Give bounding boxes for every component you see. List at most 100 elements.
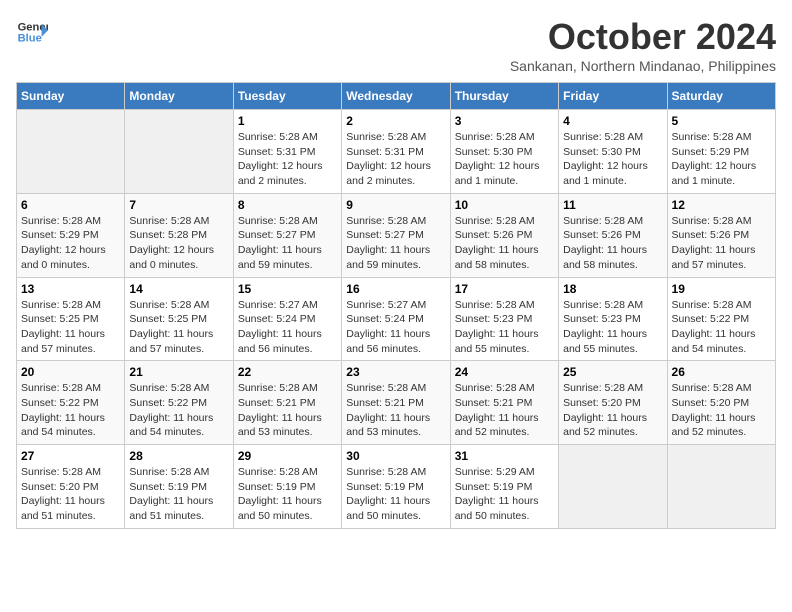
day-detail: Sunrise: 5:28 AMSunset: 5:23 PMDaylight:… (455, 298, 554, 357)
day-number: 12 (672, 198, 771, 212)
day-detail: Sunrise: 5:28 AMSunset: 5:21 PMDaylight:… (238, 381, 337, 440)
weekday-header: Wednesday (342, 83, 450, 110)
logo: General Blue (16, 16, 48, 48)
calendar-cell: 9 Sunrise: 5:28 AMSunset: 5:27 PMDayligh… (342, 193, 450, 277)
day-number: 20 (21, 365, 120, 379)
day-number: 9 (346, 198, 445, 212)
logo-icon: General Blue (16, 16, 48, 48)
day-detail: Sunrise: 5:28 AMSunset: 5:20 PMDaylight:… (21, 465, 120, 524)
day-number: 27 (21, 449, 120, 463)
day-detail: Sunrise: 5:27 AMSunset: 5:24 PMDaylight:… (346, 298, 445, 357)
calendar-cell: 18 Sunrise: 5:28 AMSunset: 5:23 PMDaylig… (559, 277, 667, 361)
day-detail: Sunrise: 5:29 AMSunset: 5:19 PMDaylight:… (455, 465, 554, 524)
calendar-cell: 25 Sunrise: 5:28 AMSunset: 5:20 PMDaylig… (559, 361, 667, 445)
calendar-week-row: 20 Sunrise: 5:28 AMSunset: 5:22 PMDaylig… (17, 361, 776, 445)
calendar-week-row: 1 Sunrise: 5:28 AMSunset: 5:31 PMDayligh… (17, 110, 776, 194)
day-number: 29 (238, 449, 337, 463)
month-title: October 2024 (510, 16, 776, 58)
calendar-cell: 23 Sunrise: 5:28 AMSunset: 5:21 PMDaylig… (342, 361, 450, 445)
day-number: 23 (346, 365, 445, 379)
day-number: 17 (455, 282, 554, 296)
calendar-cell: 8 Sunrise: 5:28 AMSunset: 5:27 PMDayligh… (233, 193, 341, 277)
calendar-cell: 14 Sunrise: 5:28 AMSunset: 5:25 PMDaylig… (125, 277, 233, 361)
day-detail: Sunrise: 5:28 AMSunset: 5:20 PMDaylight:… (563, 381, 662, 440)
calendar-cell: 29 Sunrise: 5:28 AMSunset: 5:19 PMDaylig… (233, 445, 341, 529)
day-number: 6 (21, 198, 120, 212)
day-number: 8 (238, 198, 337, 212)
day-detail: Sunrise: 5:28 AMSunset: 5:19 PMDaylight:… (129, 465, 228, 524)
weekday-header: Tuesday (233, 83, 341, 110)
calendar-cell: 5 Sunrise: 5:28 AMSunset: 5:29 PMDayligh… (667, 110, 775, 194)
weekday-header: Monday (125, 83, 233, 110)
calendar-body: 1 Sunrise: 5:28 AMSunset: 5:31 PMDayligh… (17, 110, 776, 529)
calendar-cell: 21 Sunrise: 5:28 AMSunset: 5:22 PMDaylig… (125, 361, 233, 445)
calendar-cell (667, 445, 775, 529)
calendar-cell (17, 110, 125, 194)
calendar-cell: 31 Sunrise: 5:29 AMSunset: 5:19 PMDaylig… (450, 445, 558, 529)
day-number: 24 (455, 365, 554, 379)
day-detail: Sunrise: 5:28 AMSunset: 5:31 PMDaylight:… (238, 130, 337, 189)
day-detail: Sunrise: 5:28 AMSunset: 5:20 PMDaylight:… (672, 381, 771, 440)
calendar-cell: 16 Sunrise: 5:27 AMSunset: 5:24 PMDaylig… (342, 277, 450, 361)
day-detail: Sunrise: 5:28 AMSunset: 5:21 PMDaylight:… (455, 381, 554, 440)
weekday-header: Thursday (450, 83, 558, 110)
calendar-cell: 24 Sunrise: 5:28 AMSunset: 5:21 PMDaylig… (450, 361, 558, 445)
day-detail: Sunrise: 5:28 AMSunset: 5:21 PMDaylight:… (346, 381, 445, 440)
day-detail: Sunrise: 5:28 AMSunset: 5:26 PMDaylight:… (563, 214, 662, 273)
calendar-cell: 1 Sunrise: 5:28 AMSunset: 5:31 PMDayligh… (233, 110, 341, 194)
calendar-cell: 20 Sunrise: 5:28 AMSunset: 5:22 PMDaylig… (17, 361, 125, 445)
day-detail: Sunrise: 5:27 AMSunset: 5:24 PMDaylight:… (238, 298, 337, 357)
calendar-cell: 4 Sunrise: 5:28 AMSunset: 5:30 PMDayligh… (559, 110, 667, 194)
day-detail: Sunrise: 5:28 AMSunset: 5:29 PMDaylight:… (672, 130, 771, 189)
calendar-cell: 7 Sunrise: 5:28 AMSunset: 5:28 PMDayligh… (125, 193, 233, 277)
day-detail: Sunrise: 5:28 AMSunset: 5:22 PMDaylight:… (21, 381, 120, 440)
day-number: 19 (672, 282, 771, 296)
calendar-cell: 3 Sunrise: 5:28 AMSunset: 5:30 PMDayligh… (450, 110, 558, 194)
day-number: 14 (129, 282, 228, 296)
day-detail: Sunrise: 5:28 AMSunset: 5:26 PMDaylight:… (455, 214, 554, 273)
calendar-table: SundayMondayTuesdayWednesdayThursdayFrid… (16, 82, 776, 529)
calendar-cell (125, 110, 233, 194)
day-number: 1 (238, 114, 337, 128)
day-number: 4 (563, 114, 662, 128)
day-number: 18 (563, 282, 662, 296)
day-number: 26 (672, 365, 771, 379)
day-detail: Sunrise: 5:28 AMSunset: 5:23 PMDaylight:… (563, 298, 662, 357)
day-detail: Sunrise: 5:28 AMSunset: 5:30 PMDaylight:… (563, 130, 662, 189)
day-number: 13 (21, 282, 120, 296)
calendar-week-row: 6 Sunrise: 5:28 AMSunset: 5:29 PMDayligh… (17, 193, 776, 277)
day-detail: Sunrise: 5:28 AMSunset: 5:26 PMDaylight:… (672, 214, 771, 273)
day-detail: Sunrise: 5:28 AMSunset: 5:19 PMDaylight:… (238, 465, 337, 524)
day-detail: Sunrise: 5:28 AMSunset: 5:19 PMDaylight:… (346, 465, 445, 524)
day-number: 22 (238, 365, 337, 379)
day-number: 7 (129, 198, 228, 212)
day-number: 28 (129, 449, 228, 463)
calendar-header-row: SundayMondayTuesdayWednesdayThursdayFrid… (17, 83, 776, 110)
weekday-header: Friday (559, 83, 667, 110)
day-number: 10 (455, 198, 554, 212)
calendar-cell (559, 445, 667, 529)
day-detail: Sunrise: 5:28 AMSunset: 5:30 PMDaylight:… (455, 130, 554, 189)
day-detail: Sunrise: 5:28 AMSunset: 5:28 PMDaylight:… (129, 214, 228, 273)
day-detail: Sunrise: 5:28 AMSunset: 5:29 PMDaylight:… (21, 214, 120, 273)
day-number: 15 (238, 282, 337, 296)
page-header: General Blue October 2024 Sankanan, Nort… (16, 16, 776, 74)
day-number: 30 (346, 449, 445, 463)
calendar-cell: 15 Sunrise: 5:27 AMSunset: 5:24 PMDaylig… (233, 277, 341, 361)
day-detail: Sunrise: 5:28 AMSunset: 5:27 PMDaylight:… (238, 214, 337, 273)
day-number: 25 (563, 365, 662, 379)
calendar-cell: 13 Sunrise: 5:28 AMSunset: 5:25 PMDaylig… (17, 277, 125, 361)
calendar-cell: 10 Sunrise: 5:28 AMSunset: 5:26 PMDaylig… (450, 193, 558, 277)
calendar-week-row: 13 Sunrise: 5:28 AMSunset: 5:25 PMDaylig… (17, 277, 776, 361)
day-number: 16 (346, 282, 445, 296)
day-detail: Sunrise: 5:28 AMSunset: 5:25 PMDaylight:… (129, 298, 228, 357)
weekday-header: Saturday (667, 83, 775, 110)
calendar-cell: 27 Sunrise: 5:28 AMSunset: 5:20 PMDaylig… (17, 445, 125, 529)
day-detail: Sunrise: 5:28 AMSunset: 5:25 PMDaylight:… (21, 298, 120, 357)
day-number: 11 (563, 198, 662, 212)
calendar-cell: 22 Sunrise: 5:28 AMSunset: 5:21 PMDaylig… (233, 361, 341, 445)
calendar-cell: 6 Sunrise: 5:28 AMSunset: 5:29 PMDayligh… (17, 193, 125, 277)
svg-text:Blue: Blue (18, 33, 42, 45)
location-subtitle: Sankanan, Northern Mindanao, Philippines (510, 58, 776, 74)
title-block: October 2024 Sankanan, Northern Mindanao… (510, 16, 776, 74)
